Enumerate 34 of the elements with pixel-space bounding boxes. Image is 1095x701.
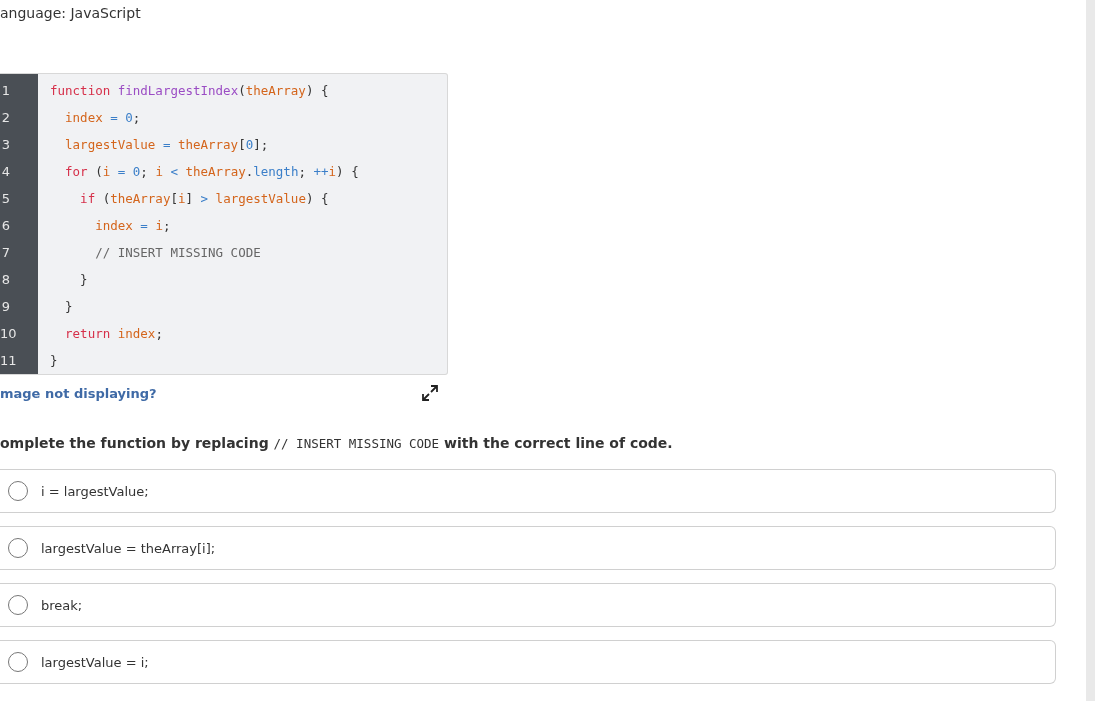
line-number: 4 bbox=[0, 163, 11, 181]
answer-option[interactable]: i = largestValue; bbox=[0, 469, 1056, 513]
line-number: 6 bbox=[0, 217, 11, 235]
image-help-link[interactable]: mage not displaying? bbox=[0, 385, 157, 401]
answer-option[interactable]: largestValue = theArray[i]; bbox=[0, 526, 1056, 570]
code-line: // INSERT MISSING CODE bbox=[94, 244, 262, 262]
radio-button[interactable] bbox=[8, 481, 28, 501]
code-line: index = 0; bbox=[64, 109, 142, 127]
code-line: } bbox=[79, 271, 89, 289]
language-label: anguage: JavaScript bbox=[0, 5, 142, 23]
line-number: 10 bbox=[0, 325, 18, 343]
line-number: 11 bbox=[0, 352, 18, 370]
code-line: for (i = 0; i < theArray.length; ++i) { bbox=[64, 163, 359, 181]
radio-button[interactable] bbox=[8, 538, 28, 558]
answer-option[interactable]: largestValue = i; bbox=[0, 640, 1056, 684]
line-number: 9 bbox=[0, 298, 11, 316]
code-line: index = i; bbox=[94, 217, 172, 235]
expand-icon[interactable] bbox=[420, 383, 440, 403]
radio-button[interactable] bbox=[8, 595, 28, 615]
question-text: omplete the function by replacing // INSERT MISSING CODE with the correct line of code. bbox=[0, 435, 674, 451]
line-number: 2 bbox=[0, 109, 11, 127]
line-number: 5 bbox=[0, 190, 11, 208]
line-number: 8 bbox=[0, 271, 11, 289]
radio-button[interactable] bbox=[8, 652, 28, 672]
code-line: function findLargestIndex(theArray) { bbox=[50, 82, 330, 100]
answer-option[interactable]: break; bbox=[0, 583, 1056, 627]
line-number: 1 bbox=[0, 82, 11, 100]
line-number: 7 bbox=[0, 244, 11, 262]
code-line: if (theArray[i] > largestValue) { bbox=[79, 190, 330, 208]
code-line: } bbox=[64, 298, 74, 316]
code-line: return index; bbox=[64, 325, 164, 343]
line-number: 3 bbox=[0, 136, 11, 154]
code-line: largestValue = theArray[0]; bbox=[64, 136, 270, 154]
code-line: } bbox=[50, 352, 59, 370]
